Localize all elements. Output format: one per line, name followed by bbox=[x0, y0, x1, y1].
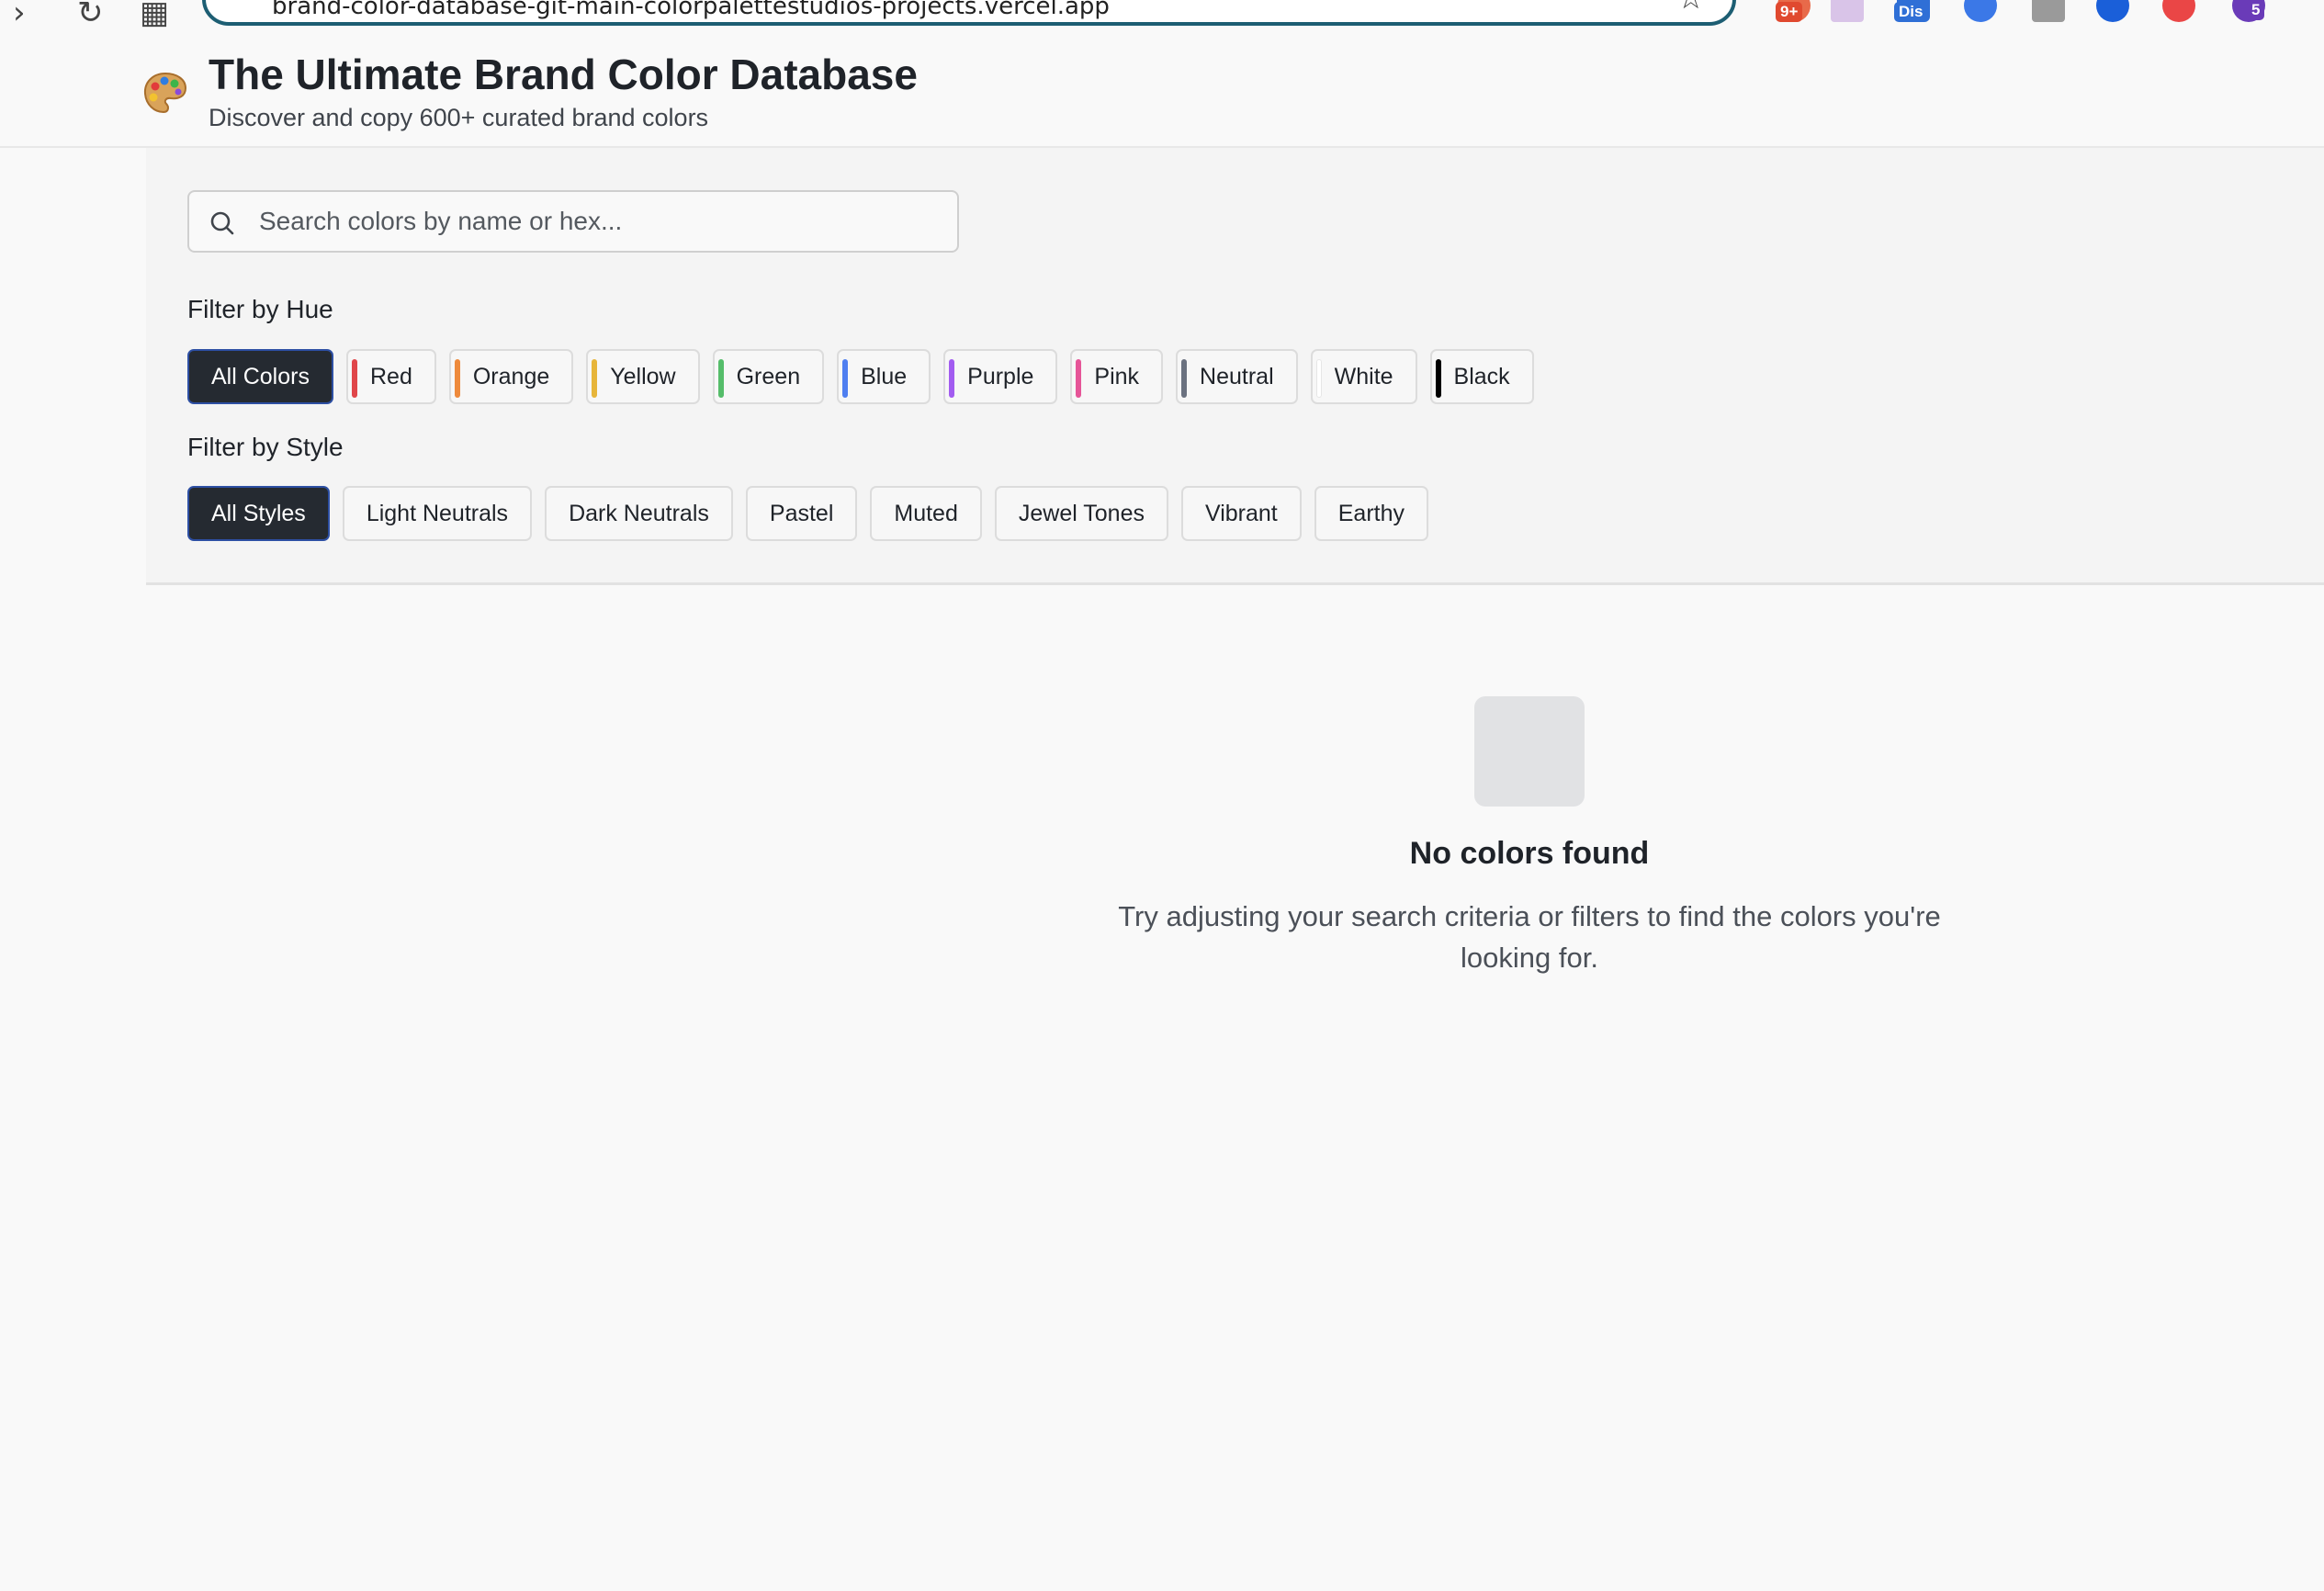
hue-swatch bbox=[351, 359, 357, 398]
chip-label: Purple bbox=[967, 363, 1034, 389]
address-bar-url[interactable]: brand-color-database-git-main-colorpalet… bbox=[272, 0, 1110, 20]
style-chip-dark-neutrals[interactable]: Dark Neutrals bbox=[545, 486, 733, 541]
search-field[interactable] bbox=[187, 190, 959, 253]
chip-label: All Colors bbox=[211, 363, 310, 389]
hue-swatch bbox=[1315, 359, 1322, 398]
extension-badge: Dis bbox=[1894, 2, 1928, 22]
chip-label: Yellow bbox=[610, 363, 676, 389]
hue-swatch bbox=[842, 359, 849, 398]
style-filter-chips: All Styles Light Neutrals Dark Neutrals Pas… bbox=[187, 486, 1429, 541]
hue-filter-chips: All Colors Red Orange Yellow Green Blue Purple… bbox=[187, 349, 1534, 404]
hue-swatch bbox=[949, 359, 955, 398]
style-chip-light-neutrals[interactable]: Light Neutrals bbox=[342, 486, 533, 541]
hue-chip-orange[interactable]: Orange bbox=[448, 349, 574, 404]
style-chip-jewel-tones[interactable]: Jewel Tones bbox=[994, 486, 1168, 541]
hue-filter-label: Filter by Hue bbox=[187, 295, 333, 323]
chip-label: All Styles bbox=[211, 500, 306, 526]
hue-swatch bbox=[454, 359, 460, 398]
chip-label: Vibrant bbox=[1204, 500, 1278, 526]
page-title: The Ultimate Brand Color Database bbox=[209, 51, 918, 98]
extension-icon[interactable] bbox=[1831, 0, 1864, 22]
style-chip-vibrant[interactable]: Vibrant bbox=[1180, 486, 1302, 541]
hue-swatch bbox=[1076, 359, 1082, 398]
chip-label: Pink bbox=[1094, 363, 1140, 389]
style-chip-pastel[interactable]: Pastel bbox=[745, 486, 858, 541]
filter-panel: Filter by Hue All Colors Red Orange Yellow G… bbox=[146, 148, 2324, 585]
hue-chip-red[interactable]: Red bbox=[345, 349, 436, 404]
extension-badge: 9+ bbox=[1776, 2, 1803, 22]
hue-chip-blue[interactable]: Blue bbox=[837, 349, 931, 404]
extension-icon[interactable] bbox=[2096, 0, 2129, 22]
address-bar[interactable]: brand-color-database-git-main-colorpalet… bbox=[202, 0, 1736, 26]
browser-toolbar: › ↻ ▦ brand-color-database-git-main-colo… bbox=[0, 0, 2324, 37]
hue-chip-all-colors[interactable]: All Colors bbox=[187, 349, 333, 404]
chip-label: Earthy bbox=[1337, 500, 1405, 526]
hue-chip-green[interactable]: Green bbox=[712, 349, 825, 404]
search-icon bbox=[210, 211, 234, 235]
style-chip-earthy[interactable]: Earthy bbox=[1314, 486, 1429, 541]
extension-icon[interactable] bbox=[2162, 0, 2195, 22]
bookmark-star-icon[interactable]: ☆ bbox=[1677, 0, 1705, 17]
tab-grid-icon[interactable]: ▦ bbox=[140, 0, 169, 31]
hue-swatch bbox=[592, 359, 598, 398]
chip-label: Blue bbox=[861, 363, 908, 389]
chip-label: Neutral bbox=[1200, 363, 1274, 389]
chip-label: Light Neutrals bbox=[366, 500, 509, 526]
hue-swatch bbox=[717, 359, 724, 398]
extension-icon[interactable] bbox=[1964, 0, 1997, 22]
hue-chip-pink[interactable]: Pink bbox=[1070, 349, 1164, 404]
chip-label: Orange bbox=[472, 363, 550, 389]
palette-icon bbox=[143, 72, 187, 114]
style-filter-label: Filter by Style bbox=[187, 433, 344, 461]
chip-label: Muted bbox=[894, 500, 958, 526]
chip-label: Pastel bbox=[769, 500, 834, 526]
hue-chip-yellow[interactable]: Yellow bbox=[586, 349, 700, 404]
hue-chip-neutral[interactable]: Neutral bbox=[1176, 349, 1298, 404]
page-subtitle: Discover and copy 600+ curated brand col… bbox=[209, 104, 709, 131]
style-chip-muted[interactable]: Muted bbox=[870, 486, 982, 541]
hue-swatch bbox=[1181, 359, 1188, 398]
chip-label: Green bbox=[736, 363, 801, 389]
extension-icon[interactable] bbox=[2032, 0, 2065, 22]
forward-icon[interactable]: › bbox=[13, 0, 26, 31]
hue-chip-black[interactable]: Black bbox=[1429, 349, 1534, 404]
empty-state-description: Try adjusting your search criteria or fi… bbox=[1118, 900, 1941, 974]
reload-icon[interactable]: ↻ bbox=[77, 0, 104, 31]
hue-swatch bbox=[1435, 359, 1441, 398]
chip-label: Black bbox=[1453, 363, 1510, 389]
chip-label: Red bbox=[369, 363, 412, 389]
empty-state-title: No colors found bbox=[1409, 836, 1650, 871]
style-chip-all-styles[interactable]: All Styles bbox=[187, 486, 330, 541]
hue-chip-purple[interactable]: Purple bbox=[943, 349, 1058, 404]
chip-label: Dark Neutrals bbox=[569, 500, 709, 526]
extension-badge: 5 bbox=[2247, 0, 2265, 20]
site-header: The Ultimate Brand Color Database Discov… bbox=[0, 37, 2324, 148]
empty-state-icon bbox=[1474, 696, 1585, 807]
chip-label: White bbox=[1334, 363, 1393, 389]
search-input[interactable] bbox=[259, 203, 939, 240]
chip-label: Jewel Tones bbox=[1018, 500, 1145, 526]
hue-chip-white[interactable]: White bbox=[1310, 349, 1417, 404]
